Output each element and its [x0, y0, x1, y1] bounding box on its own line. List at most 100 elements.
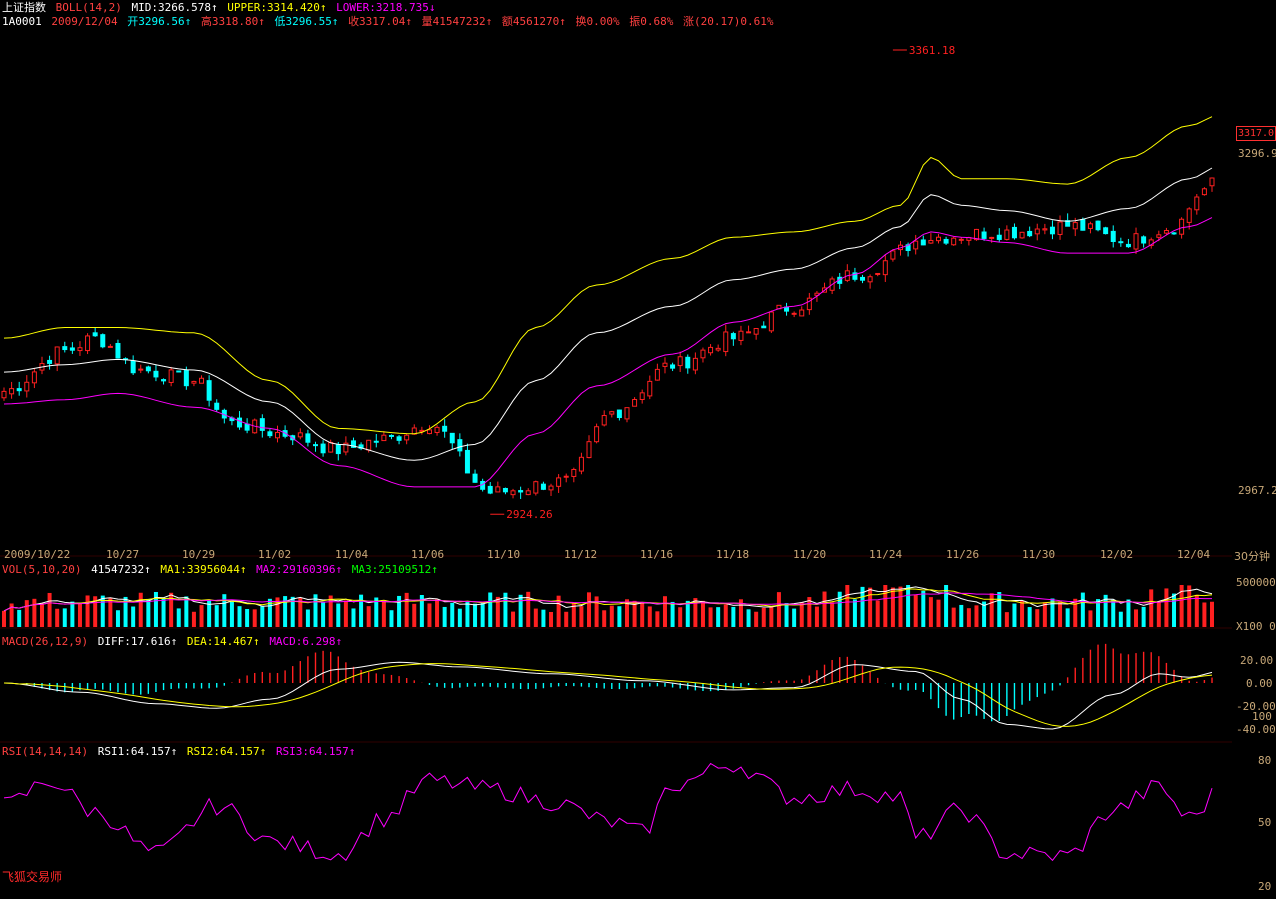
candle-body — [670, 364, 676, 369]
rsi-title: RSI(14,14,14) — [2, 745, 89, 758]
volume-bar — [928, 597, 933, 627]
volume-bar — [594, 596, 599, 627]
candle-body — [943, 238, 949, 244]
volume-bar — [662, 596, 667, 627]
chart-canvas: 3361.18 2924.26 — [0, 44, 1232, 862]
macd-title: MACD(26,12,9) — [2, 635, 89, 648]
candle-body — [176, 370, 182, 373]
volume-bar — [1065, 608, 1070, 627]
vol-unit-label: X100 — [1236, 620, 1263, 633]
volume-bar — [655, 611, 660, 627]
volume-bar — [1134, 609, 1139, 627]
volume-bar — [321, 601, 326, 627]
volume-bar — [731, 606, 736, 627]
volume-bar — [678, 607, 683, 627]
macd-scale-note: 100 — [1252, 710, 1272, 723]
volume-bar — [959, 604, 964, 627]
candle-body — [768, 311, 774, 332]
rsi1: RSI1:64.157↑ — [97, 745, 178, 758]
volume-bar — [784, 603, 789, 627]
candle-body — [639, 392, 645, 401]
candle-body — [77, 347, 83, 352]
volume-bar — [1080, 592, 1085, 627]
volume-bar — [336, 603, 341, 627]
volume-bar — [435, 599, 440, 627]
boll-lower-line — [3, 217, 1213, 488]
volume-bar — [1020, 600, 1025, 627]
volume-bar — [776, 592, 781, 627]
volume-bar — [47, 592, 52, 627]
date-tick-label: 11/04 — [335, 548, 369, 561]
low-price-label: 2924.26 — [506, 508, 552, 521]
rsi3: RSI3:64.157↑ — [275, 745, 356, 758]
candle-body — [730, 333, 736, 340]
candle-body — [616, 409, 622, 419]
candle-body — [92, 332, 98, 337]
candle-body — [1194, 196, 1200, 211]
volume-bar — [868, 587, 873, 627]
vol-value: 41547232↑ — [91, 563, 151, 576]
volume-bar — [670, 601, 675, 627]
volume-bar — [381, 601, 386, 627]
volume-bar — [191, 611, 196, 627]
volume-bar — [708, 607, 713, 627]
vol-axis-top: 500000 — [1236, 576, 1276, 589]
volume-bar — [457, 608, 462, 627]
candle-body — [206, 380, 212, 401]
candle-body — [1011, 226, 1017, 239]
volume-bar — [564, 611, 569, 627]
candle-body — [875, 272, 881, 275]
volume-bar — [359, 594, 364, 627]
candle-body — [502, 487, 508, 493]
macd-diff-line — [3, 661, 1213, 730]
volume-bar — [1058, 601, 1063, 627]
volume-bar — [146, 598, 151, 627]
macd-diff: DIFF:17.616↑ — [97, 635, 178, 648]
candle-body — [85, 335, 91, 352]
candle-body — [183, 369, 189, 387]
volume-bar — [1164, 588, 1169, 627]
volume-bar — [906, 585, 911, 627]
vol-axis-unit: X100 0 — [1236, 620, 1276, 633]
candle-body — [1087, 223, 1093, 229]
volume-bar — [989, 593, 994, 627]
candle-body — [31, 371, 37, 384]
candle-body — [434, 426, 440, 433]
volume-bar — [549, 611, 554, 627]
candle-body — [738, 330, 744, 341]
candle-body — [404, 434, 410, 441]
candle-body — [1095, 220, 1101, 231]
date-tick-label: 10/29 — [182, 548, 216, 561]
vol-zero-label: 0 — [1269, 620, 1276, 633]
vol-title: VOL(5,10,20) — [2, 563, 82, 576]
candle-body — [1171, 232, 1177, 235]
macd-tick-0: 0.00 — [1246, 677, 1273, 690]
candle-body — [556, 477, 562, 487]
volume-bar — [1088, 610, 1093, 627]
volume-bar — [252, 609, 257, 627]
candle-body — [199, 377, 205, 384]
stock-chart-window: { "header": { "index_name": "上证指数", "bol… — [0, 0, 1276, 899]
candle-body — [860, 276, 866, 281]
candle-body — [1125, 243, 1131, 248]
volume-bar — [229, 600, 234, 627]
candle-body — [168, 369, 174, 383]
candle-body — [237, 417, 243, 428]
volume-bar — [1172, 593, 1177, 627]
candle-body — [1163, 230, 1169, 234]
period-label: 30分钟 — [1234, 550, 1270, 563]
macd-tick-neg40: -40.00 — [1236, 723, 1276, 736]
volume-bar — [480, 602, 485, 627]
candle-body — [214, 402, 220, 410]
macd-value: MACD:6.298↑ — [269, 635, 343, 648]
volume-bar — [427, 603, 432, 627]
date-tick-label: 11/30 — [1022, 548, 1056, 561]
volume-bar — [199, 605, 204, 627]
candle-body — [449, 432, 455, 444]
candle-body — [1034, 228, 1040, 235]
candle-body — [388, 434, 394, 437]
brand-label: 飞狐交易师 — [2, 870, 63, 884]
candle-body — [913, 240, 919, 250]
date-tick-label: 11/20 — [793, 548, 827, 561]
volume-bar — [176, 608, 181, 627]
